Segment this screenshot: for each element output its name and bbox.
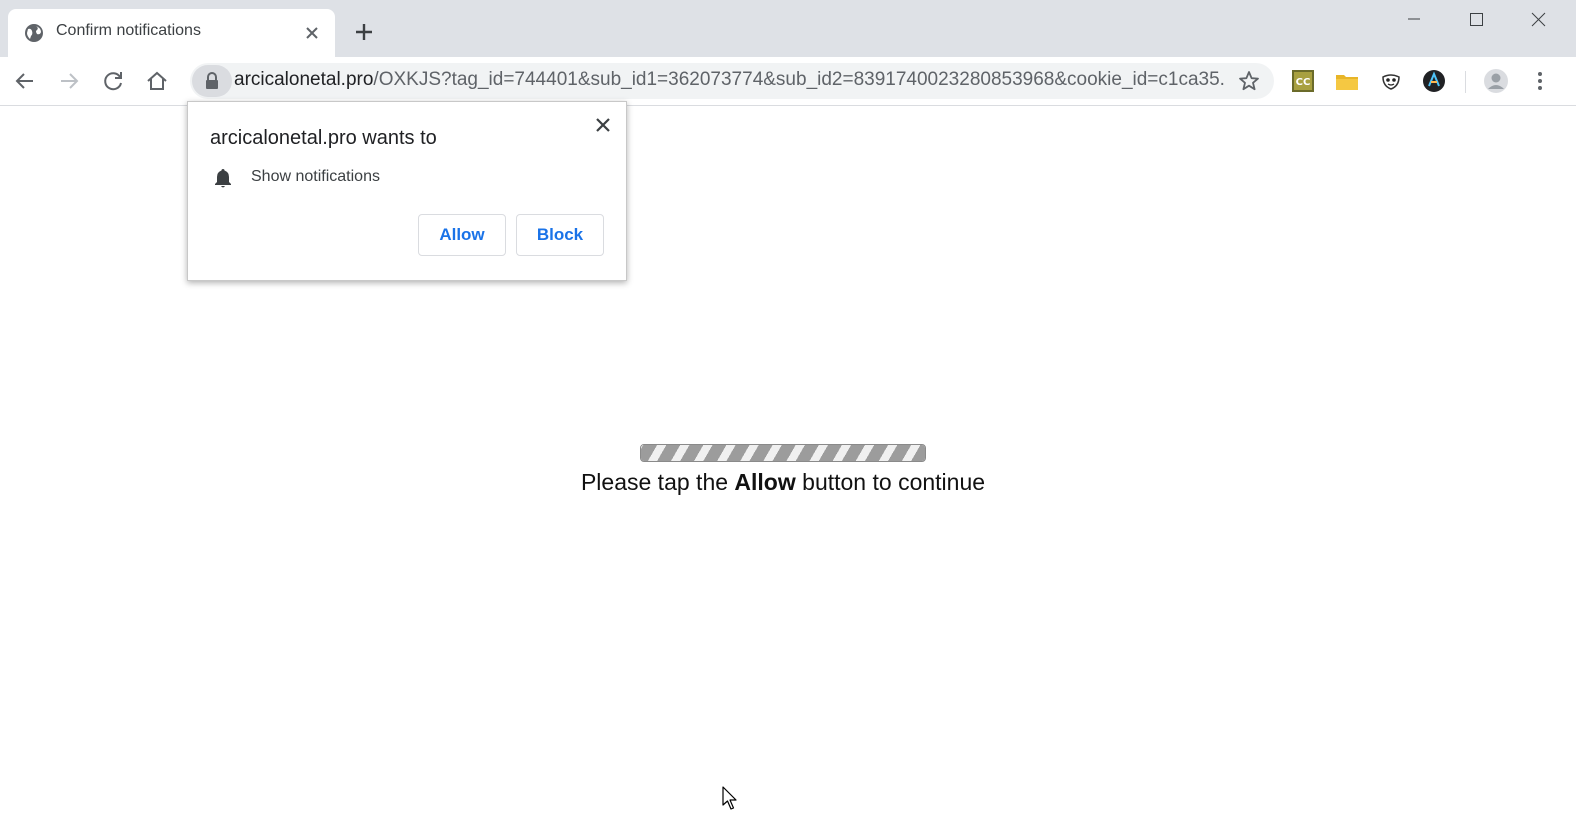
message-text-before: Please tap the bbox=[580, 469, 735, 495]
globe-icon bbox=[25, 24, 43, 42]
a-extension-icon[interactable] bbox=[1421, 68, 1447, 94]
mask-extension-icon[interactable] bbox=[1378, 68, 1404, 94]
allow-button[interactable]: Allow bbox=[418, 214, 506, 256]
star-icon[interactable] bbox=[1237, 69, 1261, 93]
window-close-icon[interactable] bbox=[1514, 6, 1562, 32]
reload-icon[interactable] bbox=[100, 68, 126, 94]
cc-extension-icon[interactable]: CC bbox=[1290, 68, 1316, 94]
folder-extension-icon[interactable] bbox=[1334, 68, 1360, 94]
progress-bar bbox=[640, 444, 926, 462]
mouse-cursor-icon bbox=[722, 786, 737, 810]
notification-permission-popup: arcicalonetal.pro wants to Show notifica… bbox=[187, 101, 627, 281]
url-host: arcicalonetal.pro bbox=[234, 69, 374, 90]
plus-icon[interactable] bbox=[352, 20, 376, 44]
address-bar[interactable]: arcicalonetal.pro/OXKJS?tag_id=744401&su… bbox=[190, 63, 1274, 99]
message-text-after: button to continue bbox=[795, 469, 986, 495]
back-arrow-icon[interactable] bbox=[12, 68, 38, 94]
toolbar-divider bbox=[1465, 71, 1466, 93]
instruction-message: Please tap the Allow button to continue bbox=[0, 469, 1566, 496]
url-text[interactable]: arcicalonetal.pro/OXKJS?tag_id=744401&su… bbox=[234, 69, 1224, 91]
lock-icon bbox=[206, 72, 218, 89]
message-text-bold: Allow bbox=[734, 469, 796, 495]
home-icon[interactable] bbox=[144, 68, 170, 94]
maximize-icon[interactable] bbox=[1452, 6, 1500, 32]
kebab-menu-icon[interactable] bbox=[1527, 68, 1553, 94]
popup-title: arcicalonetal.pro wants to bbox=[210, 127, 437, 149]
minimize-icon[interactable] bbox=[1390, 6, 1438, 32]
tab-strip: Confirm notifications bbox=[0, 0, 1576, 57]
tab-title: Confirm notifications bbox=[56, 22, 201, 39]
svg-text:CC: CC bbox=[1296, 77, 1311, 88]
browser-toolbar: arcicalonetal.pro/OXKJS?tag_id=744401&su… bbox=[0, 57, 1576, 106]
site-info-chip[interactable] bbox=[192, 65, 232, 97]
close-icon[interactable] bbox=[592, 114, 614, 136]
close-icon[interactable] bbox=[302, 23, 322, 43]
url-path: /OXKJS?tag_id=744401&sub_id1=362073774&s… bbox=[373, 69, 1224, 90]
block-button[interactable]: Block bbox=[516, 214, 604, 256]
progress-fill bbox=[641, 445, 925, 461]
browser-tab[interactable]: Confirm notifications bbox=[8, 9, 335, 57]
bell-icon bbox=[215, 169, 231, 188]
permission-label: Show notifications bbox=[251, 168, 380, 185]
profile-avatar-icon[interactable] bbox=[1483, 68, 1509, 94]
forward-arrow-icon[interactable] bbox=[56, 68, 82, 94]
